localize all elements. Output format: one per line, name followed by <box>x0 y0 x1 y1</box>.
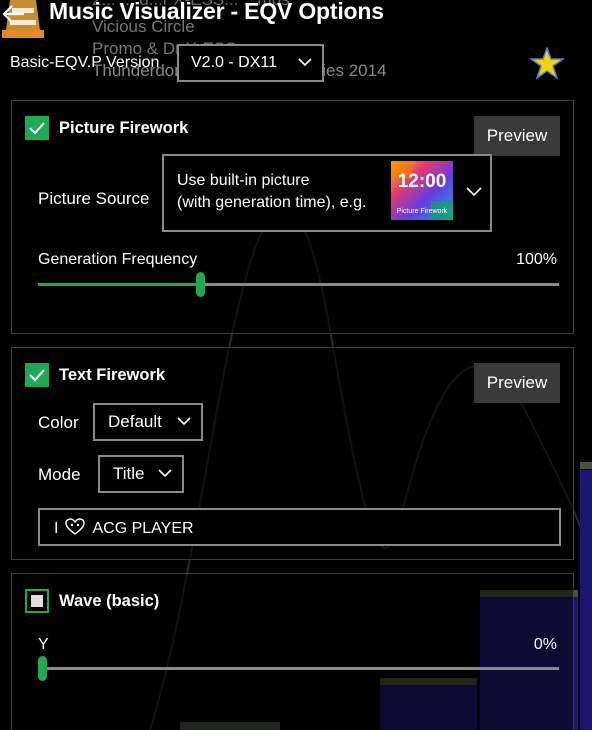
version-value: V2.0 - DX11 <box>191 54 277 71</box>
checkmark-icon <box>29 122 45 135</box>
y-value: 0% <box>533 636 557 653</box>
chevron-down-icon <box>298 58 312 67</box>
chevron-down-icon <box>158 469 172 478</box>
slider-thumb[interactable] <box>196 272 205 297</box>
spectrum-bar-cap <box>580 462 592 469</box>
mode-dropdown[interactable]: Title <box>98 455 184 493</box>
generation-frequency-label: Generation Frequency <box>38 251 198 268</box>
picture-source-label: Picture Source <box>38 189 150 208</box>
slider-fill <box>38 283 200 286</box>
picture-firework-label: Picture Firework <box>59 119 189 137</box>
page-title: Music Visualizer - EQV Options <box>49 0 384 24</box>
wave-panel: Wave (basic) Y 0% <box>11 573 574 730</box>
y-label: Y <box>38 636 49 653</box>
picture-firework-checkbox[interactable] <box>25 116 49 140</box>
mode-label: Mode <box>38 465 81 484</box>
picture-source-value: Use built-in picture (with generation ti… <box>177 172 367 211</box>
checkmark-icon <box>29 369 45 382</box>
text-preview-button[interactable]: Preview <box>474 363 560 403</box>
heart-icon <box>65 518 85 535</box>
text-firework-checkbox[interactable] <box>25 363 49 387</box>
slider-thumb[interactable] <box>38 656 47 681</box>
y-slider[interactable] <box>38 656 559 681</box>
mode-value: Title <box>113 464 145 483</box>
color-value: Default <box>108 412 162 431</box>
star-icon[interactable] <box>530 47 564 79</box>
picture-firework-thumbnail: 12:00 Picture Firework <box>391 161 453 220</box>
wave-label: Wave (basic) <box>59 592 160 610</box>
indeterminate-mark <box>31 595 43 607</box>
back-arrow-icon[interactable] <box>0 0 34 34</box>
firework-text-input[interactable]: I ACG PLAYER <box>38 508 561 546</box>
chevron-down-icon <box>466 187 482 197</box>
version-dropdown[interactable]: V2.0 - DX11 <box>177 44 324 82</box>
text-firework-label: Text Firework <box>59 366 166 384</box>
picture-preview-button[interactable]: Preview <box>474 116 560 156</box>
generation-frequency-slider[interactable] <box>38 272 559 297</box>
text-firework-panel: Text Firework Preview Color Default Mode… <box>11 347 574 560</box>
version-label: Basic-EQV.P Version <box>10 54 160 71</box>
color-label: Color <box>38 413 79 432</box>
chevron-down-icon <box>177 417 191 426</box>
color-dropdown[interactable]: Default <box>93 403 203 441</box>
picture-firework-panel: Picture Firework Preview Picture Source … <box>11 100 574 334</box>
wave-checkbox[interactable] <box>25 589 49 613</box>
generation-frequency-value: 100% <box>516 251 557 268</box>
spectrum-bar <box>580 470 592 730</box>
picture-source-dropdown[interactable]: Use built-in picture (with generation ti… <box>162 154 492 232</box>
